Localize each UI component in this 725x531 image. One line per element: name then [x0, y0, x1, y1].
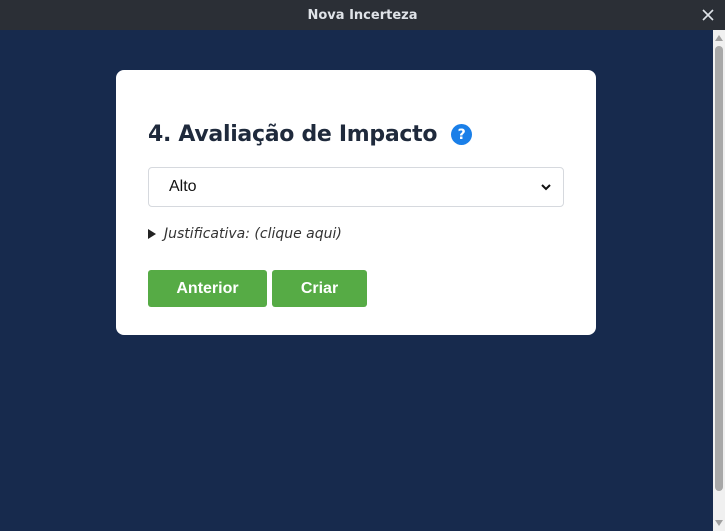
close-icon[interactable]: [697, 4, 719, 26]
page-title: 4. Avaliação de Impacto: [148, 122, 438, 147]
create-button[interactable]: Criar: [272, 270, 367, 307]
scroll-down-icon[interactable]: [715, 520, 723, 526]
triangle-right-icon: [148, 229, 156, 239]
impact-select-value: Alto: [169, 178, 197, 195]
previous-button[interactable]: Anterior: [148, 270, 267, 307]
chevron-down-icon: [541, 183, 551, 191]
heading-row: 4. Avaliação de Impacto ?: [148, 122, 473, 147]
window-titlebar: Nova Incerteza: [0, 0, 725, 30]
justification-toggle[interactable]: Justificativa: (clique aqui): [148, 226, 342, 242]
scroll-up-icon[interactable]: [715, 35, 723, 41]
justification-label: Justificativa: (clique aqui): [164, 226, 342, 242]
window-title: Nova Incerteza: [307, 7, 418, 23]
vertical-scrollbar[interactable]: [713, 30, 725, 531]
scrollbar-thumb[interactable]: [715, 46, 723, 491]
impact-select[interactable]: Alto: [148, 167, 564, 207]
help-icon[interactable]: ?: [451, 124, 473, 145]
form-card: 4. Avaliação de Impacto ? Alto Justifica…: [116, 70, 596, 335]
content-area: 4. Avaliação de Impacto ? Alto Justifica…: [0, 30, 713, 531]
